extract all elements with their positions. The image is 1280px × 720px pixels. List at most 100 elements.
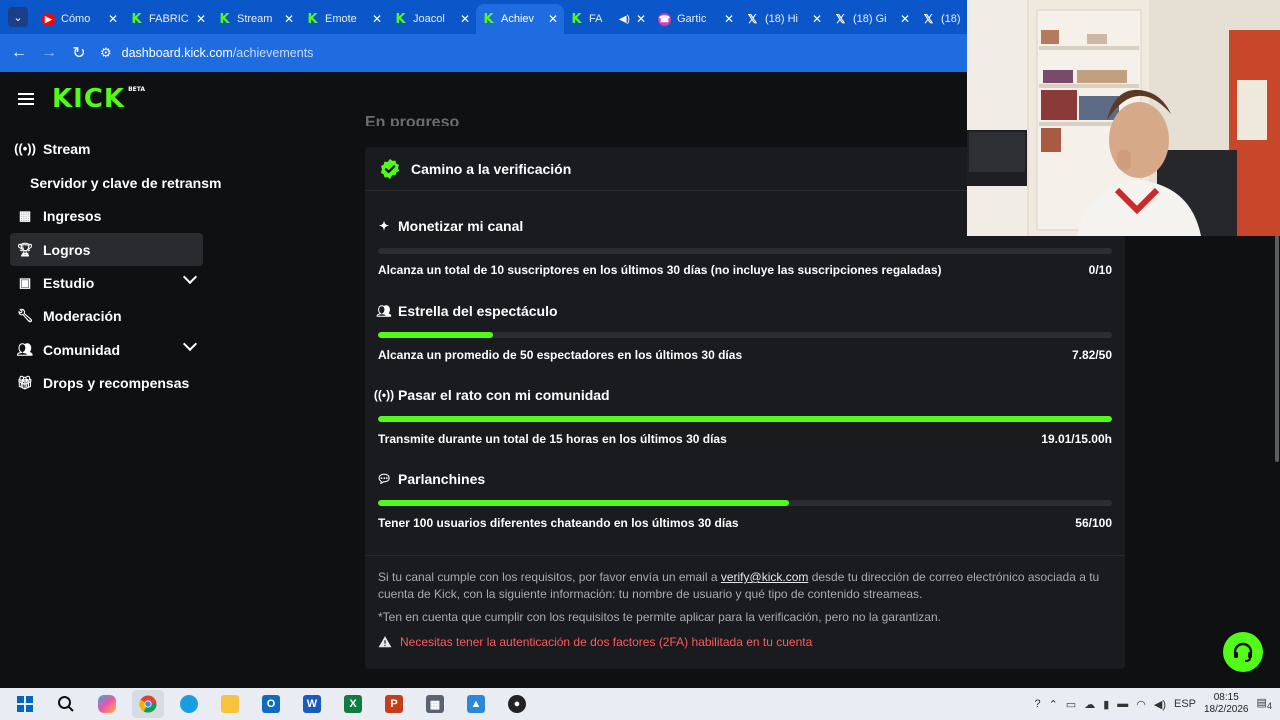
close-icon[interactable]: ✕ [196,12,206,26]
sidebar-item-comunidad[interactable]: 👥︎ Comunidad [10,333,203,366]
close-icon[interactable]: ✕ [460,12,470,26]
edge-icon[interactable] [173,690,205,718]
close-icon[interactable]: ✕ [900,12,910,26]
chevron-up-icon[interactable]: ⌃ [1049,698,1058,711]
sidebar-item-moderacion[interactable]: 🔧︎ Moderación [10,299,203,332]
url-host: dashboard.kick.com [121,46,233,60]
outlook-icon[interactable]: O [255,690,287,718]
progress-fill [378,332,493,338]
close-icon[interactable]: ✕ [284,12,294,26]
goal-title-text: Pasar el rato con mi comunidad [398,387,610,403]
close-icon[interactable]: ✕ [108,12,118,26]
goal-title-text: Estrella del espectáculo [398,303,558,319]
search-icon[interactable] [50,690,82,718]
tab-9[interactable]: 𝕏 (18) Hi ✕ [740,4,828,34]
webcam-feed-image [967,0,1280,236]
tab-title: (18) Hi [765,13,799,25]
hamburger-menu-icon[interactable] [18,93,34,105]
progress-bar [378,332,1112,338]
windows-start-icon[interactable] [9,690,41,718]
volume-icon[interactable]: ◀) [1154,698,1166,711]
tab-1[interactable]: ▶ Cómo ✕ [36,4,124,34]
card-title: Camino a la verificación [411,160,572,177]
photos-icon[interactable]: ▲ [460,690,492,718]
reload-icon[interactable]: ↻ [64,43,94,63]
chevron-down-icon[interactable] [182,336,198,352]
tab-8[interactable]: ☎ Gartic ✕ [652,4,740,34]
goal-description: Alcanza un promedio de 50 espectadores e… [378,348,743,362]
tab-search-chevron-icon[interactable]: ⌄ [8,7,28,27]
powerpoint-icon[interactable]: P [378,690,410,718]
notification-count: 4 [1266,701,1272,712]
sidebar-item-logros[interactable]: 🏆︎ Logros [10,233,203,266]
sidebar-item-label: Stream [43,140,91,157]
sidebar-item-label: Estudio [43,274,95,291]
file-explorer-icon[interactable] [214,690,246,718]
sparkle-icon: ✦ [378,219,390,233]
calculator-icon[interactable]: ▦ [419,690,451,718]
goal-description-row: Tener 100 usuarios diferentes chateando … [378,516,1112,530]
close-icon[interactable]: ✕ [372,12,382,26]
notifications-icon[interactable]: ▤4 [1257,696,1273,711]
tab-4[interactable]: K Emote ✕ [300,4,388,34]
speaker-icon[interactable]: ◀) [619,14,630,25]
chevron-down-icon[interactable] [182,269,198,285]
site-settings-icon[interactable]: ⚙ [100,45,112,61]
warning-icon [378,636,392,648]
kick-icon: K [395,11,406,27]
chrome-icon[interactable] [132,690,164,718]
excel-icon[interactable]: X [337,690,369,718]
tab-title: FABRIC [149,13,189,25]
tab-title: (18) Gi [853,13,887,25]
tab-2[interactable]: K FABRIC ✕ [124,4,212,34]
help-icon[interactable]: ? [1034,698,1040,710]
language-indicator[interactable]: ESP [1174,698,1196,710]
goal-title-text: Parlanchines [398,471,486,487]
progress-bar [378,416,1112,422]
wifi-icon[interactable]: ◠ [1136,698,1146,711]
tab-7[interactable]: K FA ◀) ✕ [564,4,652,34]
sidebar-item-drops[interactable]: 🎁︎ Drops y recompensas [10,366,203,399]
close-icon[interactable]: ✕ [636,12,646,26]
tab-3[interactable]: K Stream ✕ [212,4,300,34]
close-icon[interactable]: ✕ [548,12,558,26]
broadcast-icon: ((•)) [14,141,36,156]
goal-stream-hours: ((•)) Pasar el rato con mi comunidad Tra… [374,386,1112,446]
obs-icon[interactable]: ● [501,690,533,718]
copilot-icon[interactable] [91,690,123,718]
close-icon[interactable]: ✕ [724,12,734,26]
tab-title: Emote [325,13,357,25]
sidebar-item-stream[interactable]: ((•)) Stream [10,132,203,165]
tab-5[interactable]: K Joacol ✕ [388,4,476,34]
close-icon[interactable]: ✕ [812,12,822,26]
cloud-icon[interactable]: ☁ [1084,698,1095,711]
clock-date: 18/2/2026 [1204,704,1249,715]
forward-arrow-icon[interactable]: → [34,44,64,62]
tab-6-active[interactable]: K Achiev ✕ [476,4,564,34]
device-icon[interactable]: ▭ [1066,698,1076,711]
word-icon[interactable]: W [296,690,328,718]
clock[interactable]: 08:15 18/2/2026 [1204,692,1249,716]
progress-fill [378,500,790,506]
beta-label: BETA [128,86,146,93]
sidebar-item-estudio[interactable]: ▣ Estudio [10,266,203,299]
sidebar-item-ingresos[interactable]: ▦ Ingresos [10,199,203,232]
back-arrow-icon[interactable]: ← [4,44,34,62]
usb-icon[interactable]: ▮ [1103,698,1109,711]
progress-bar [378,248,1112,254]
battery-icon[interactable]: ▬ [1117,698,1128,710]
goal-progress-text: 7.82/50 [1071,348,1112,362]
kick-logo[interactable]: KICK BETA [52,84,145,114]
url-field[interactable]: ⚙ dashboard.kick.com/achievements [100,45,313,61]
studio-icon: ▣ [18,274,32,290]
screen: ⌄ ▶ Cómo ✕ K FABRIC ✕ K Stream ✕ K Emote… [0,0,1280,720]
support-chat-button[interactable] [1223,632,1263,672]
viewers-icon: 👥︎ [376,304,392,318]
x-icon: 𝕏 [747,12,758,26]
chat-icon: 💬︎ [376,472,392,486]
sidebar-subitem-server-key[interactable]: Servidor y clave de retransm [30,175,221,191]
verify-email-link[interactable]: verify@kick.com [721,570,809,584]
tab-10[interactable]: 𝕏 (18) Gi ✕ [828,4,916,34]
sidebar-item-label: Drops y recompensas [43,374,190,391]
sidebar: KICK BETA ((•)) Stream Servidor y clave d… [0,72,221,688]
